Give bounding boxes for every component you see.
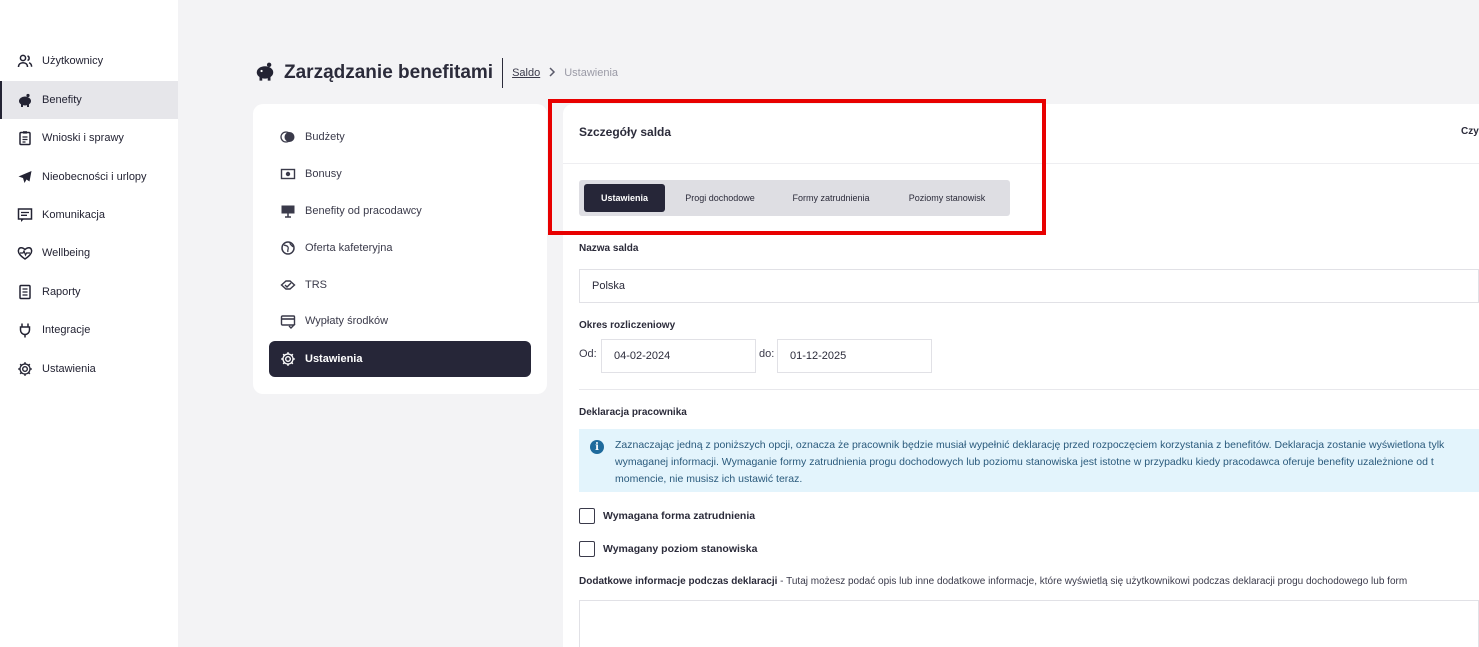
globe-icon (279, 239, 297, 257)
nav-item-absences[interactable]: Nieobecności i urlopy (0, 158, 178, 196)
menu-item-budgets[interactable]: Budżety (269, 119, 531, 155)
section-divider (579, 389, 1479, 390)
tabs-bar: Ustawienia Progi dochodowe Formy zatrudn… (579, 180, 1010, 216)
nav-item-wellbeing[interactable]: Wellbeing (0, 234, 178, 272)
menu-item-label: Oferta kafeteryjna (305, 242, 393, 254)
chevron-right-icon (548, 66, 556, 80)
menu-item-label: Wypłaty środków (305, 315, 389, 327)
extra-info-title: Dodatkowe informacje podczas deklaracji (579, 576, 778, 587)
nav-item-communication[interactable]: Komunikacja (0, 196, 178, 234)
piggy-bank-icon (16, 91, 34, 109)
panel-divider (563, 163, 1479, 164)
to-label: do: (759, 348, 775, 360)
menu-item-label: Bonusy (305, 168, 342, 180)
payout-icon (279, 312, 297, 330)
nav-item-benefits[interactable]: Benefity (0, 81, 178, 119)
nav-item-settings[interactable]: Ustawienia (0, 350, 178, 388)
gear-icon (279, 350, 297, 368)
nav-item-label: Wellbeing (42, 247, 91, 259)
menu-item-label: TRS (305, 279, 327, 291)
nav-item-label: Ustawienia (42, 363, 96, 375)
nav-item-label: Nieobecności i urlopy (42, 171, 147, 183)
nav-item-label: Wnioski i sprawy (42, 132, 124, 144)
nav-item-label: Benefity (42, 94, 82, 106)
menu-item-cafeteria-offer[interactable]: Oferta kafeteryjna (269, 230, 531, 266)
clipboard-icon (16, 129, 34, 147)
heart-pulse-icon (16, 244, 34, 262)
menu-item-payouts[interactable]: Wypłaty środków (269, 303, 531, 339)
page-title: Zarządzanie benefitami (284, 62, 494, 83)
nav-item-users[interactable]: Użytkownicy (0, 42, 178, 80)
nav-item-integrations[interactable]: Integracje (0, 311, 178, 349)
info-box: i Zaznaczając jedną z poniższych opcji, … (579, 429, 1479, 492)
menu-item-trs[interactable]: TRS (269, 267, 531, 303)
position-level-checkbox[interactable] (579, 541, 595, 557)
menu-item-label: Benefity od pracodawcy (305, 205, 422, 217)
balance-details-panel: Szczegóły salda Czy Ustawienia Progi doc… (563, 104, 1479, 647)
employment-form-checkbox-row[interactable]: Wymagana forma zatrudnienia (579, 508, 755, 524)
airplane-icon (16, 168, 34, 186)
tab-income-thresholds[interactable]: Progi dochodowe (671, 184, 769, 212)
to-date-input[interactable]: 01-12-2025 (777, 339, 932, 373)
message-icon (16, 206, 34, 224)
report-icon (16, 283, 34, 301)
breadcrumb-link-saldo[interactable]: Saldo (512, 67, 540, 79)
gear-icon (16, 360, 34, 378)
from-date-input[interactable]: 04-02-2024 (601, 339, 756, 373)
extra-info-textarea[interactable] (579, 600, 1479, 647)
info-text-line: wymaganej informacji. Wymaganie formy za… (615, 456, 1434, 468)
users-icon (16, 52, 34, 70)
info-icon: i (590, 440, 604, 454)
piggy-bank-icon (254, 60, 276, 87)
bonus-icon (279, 165, 297, 183)
nav-item-reports[interactable]: Raporty (0, 273, 178, 311)
menu-item-bonuses[interactable]: Bonusy (269, 156, 531, 192)
balance-name-label: Nazwa salda (579, 243, 639, 254)
nav-item-label: Integracje (42, 324, 91, 336)
menu-item-label: Budżety (305, 131, 345, 143)
trs-icon (279, 276, 297, 294)
extra-info-description: - Tutaj możesz podać opis lub inne dodat… (777, 576, 1408, 587)
nav-item-label: Komunikacja (42, 209, 105, 221)
title-separator (502, 58, 504, 88)
nav-item-label: Użytkownicy (42, 55, 104, 67)
employment-form-checkbox[interactable] (579, 508, 595, 524)
info-text-line: momencie, nie musisz ich ustawić teraz. (615, 473, 803, 485)
position-level-checkbox-row[interactable]: Wymagany poziom stanowiska (579, 541, 757, 557)
period-label: Okres rozliczeniowy (579, 320, 676, 331)
position-level-checkbox-label: Wymagany poziom stanowiska (603, 543, 758, 555)
left-navigation: Użytkownicy Benefity Wnioski i sprawy Ni… (0, 0, 178, 647)
breadcrumb-current: Ustawienia (564, 67, 619, 79)
page-header: Zarządzanie benefitami Saldo Ustawienia (254, 57, 618, 89)
menu-item-settings[interactable]: Ustawienia (269, 341, 531, 377)
balance-name-input[interactable]: Polska (579, 269, 1479, 303)
tab-settings[interactable]: Ustawienia (584, 184, 665, 212)
panel-header-right-text[interactable]: Czy (1461, 126, 1479, 137)
settings-menu: Budżety Bonusy Benefity od pracodawcy Of… (253, 104, 547, 394)
declaration-label: Deklaracja pracownika (579, 407, 687, 418)
budget-icon (279, 128, 297, 146)
menu-item-label: Ustawienia (305, 353, 363, 365)
info-text-line: Zaznaczając jedną z poniższych opcji, oz… (615, 439, 1445, 451)
employment-form-checkbox-label: Wymagana forma zatrudnienia (603, 510, 756, 522)
monitor-icon (279, 202, 297, 220)
tab-position-levels[interactable]: Poziomy stanowisk (893, 184, 1001, 212)
menu-item-employer-benefits[interactable]: Benefity od pracodawcy (269, 193, 531, 229)
nav-item-requests[interactable]: Wnioski i sprawy (0, 119, 178, 157)
panel-title: Szczegóły salda (579, 125, 672, 139)
tab-employment-forms[interactable]: Formy zatrudnienia (777, 184, 885, 212)
plug-icon (16, 321, 34, 339)
from-label: Od: (579, 348, 597, 360)
nav-item-label: Raporty (42, 286, 81, 298)
extra-info-label: Dodatkowe informacje podczas deklaracji … (579, 576, 1407, 587)
